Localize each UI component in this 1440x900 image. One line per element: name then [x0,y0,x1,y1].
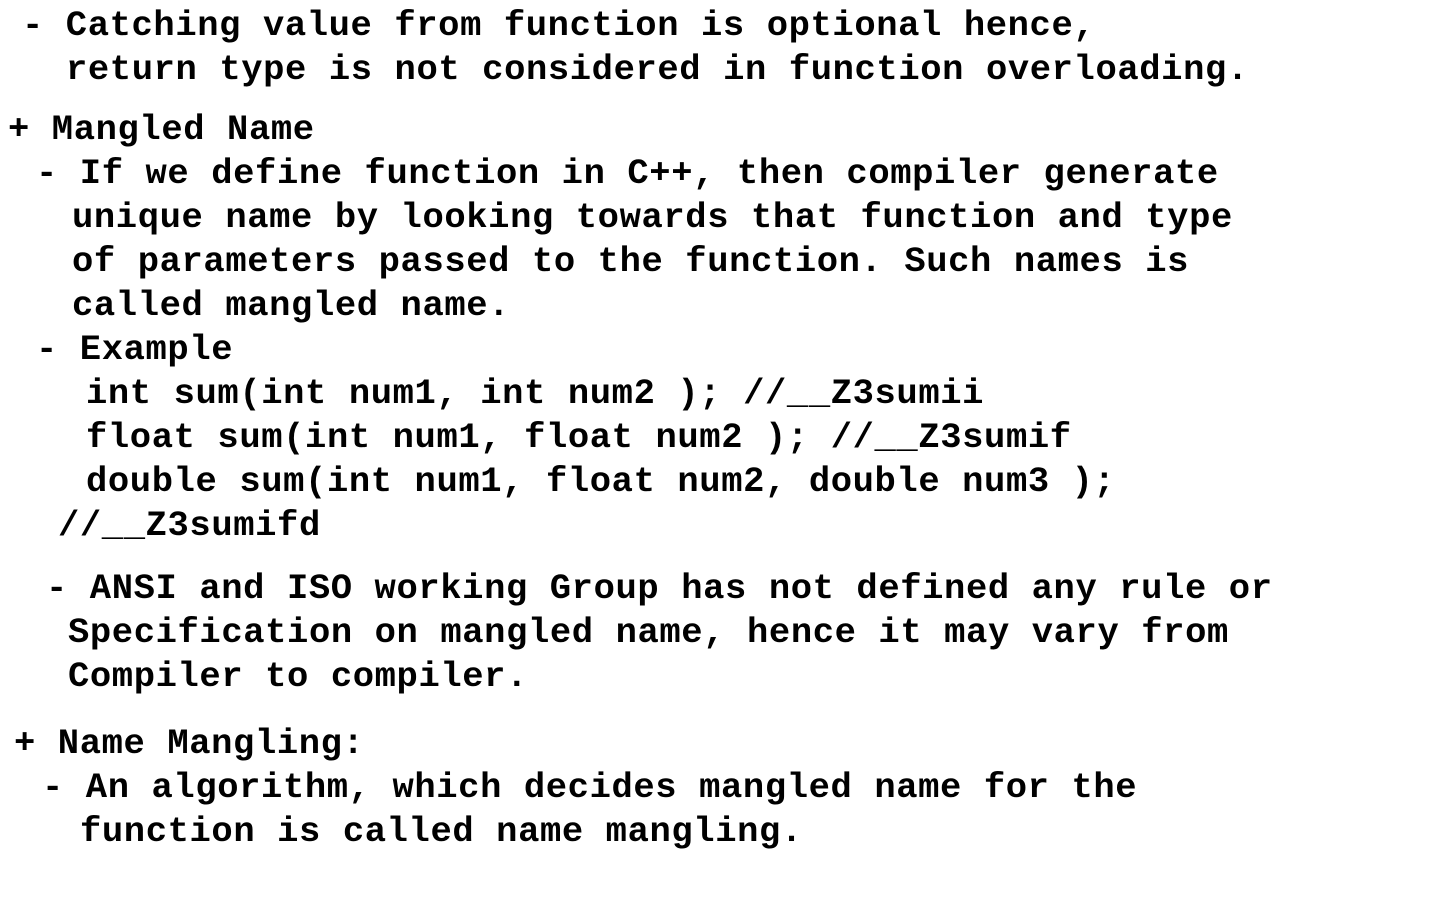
example-code-line-1: int sum(int num1, int num2 ); //__Z3sumi… [86,373,985,414]
mangled-name-definition-line-2: unique name by looking towards that func… [72,197,1233,238]
example-code-line-2: float sum(int num1, float num2 ); //__Z3… [86,417,1072,458]
name-mangling-heading: + Name Mangling: [14,723,365,764]
standard-note-line-2: Specification on mangled name, hence it … [68,612,1229,653]
name-mangling-line-2: function is called name mangling. [80,811,803,852]
mangled-name-definition-line-3: of parameters passed to the function. Su… [72,241,1190,282]
mangled-name-definition-line-4: called mangled name. [72,285,511,326]
example-code-line-3: double sum(int num1, float num2, double … [86,461,1116,502]
standard-note-line-3: Compiler to compiler. [68,656,528,697]
example-code-line-3-comment: //__Z3sumifd [58,505,321,546]
mangled-name-heading: + Mangled Name [8,109,315,150]
mangled-name-definition-line-1: - If we define function in C++, then com… [36,153,1219,194]
name-mangling-line-1: - An algorithm, which decides mangled na… [42,767,1138,808]
standard-note-line-1: - ANSI and ISO working Group has not def… [46,568,1273,609]
overload-note-line-1: - Catching value from function is option… [22,5,1096,46]
overload-note-line-2: return type is not considered in functio… [66,49,1249,90]
example-label: - Example [36,329,234,370]
